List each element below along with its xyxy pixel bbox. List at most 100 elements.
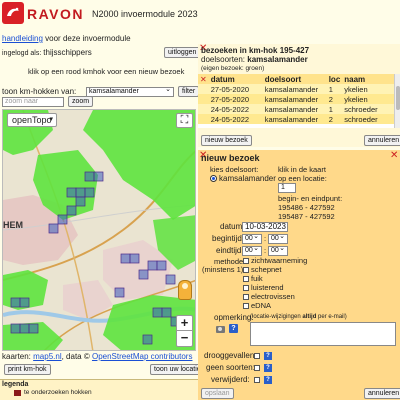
method-checkbox-luisterend[interactable] — [243, 285, 249, 291]
start-min-select[interactable]: 00 — [268, 234, 288, 244]
dry-help-icon[interactable]: ? — [264, 352, 272, 360]
map[interactable]: HEM openTopo ▾ ⛶ + − — [2, 109, 196, 351]
start-hour-select[interactable]: 00 — [242, 234, 262, 244]
manual-line: handleiding voor deze invoermodule — [2, 34, 131, 43]
visits-table-header: ✕ datum doelsoort loc naam — [198, 74, 400, 84]
print-button[interactable]: print km-hok — [4, 364, 51, 375]
legend-title: legenda — [2, 381, 29, 388]
time-colon: : — [264, 246, 267, 255]
time-colon: : — [264, 234, 267, 243]
pegman-head — [182, 283, 188, 289]
method-label-schepnet: schepnet — [251, 265, 282, 274]
visits-table: ✕ datum doelsoort loc naam 27-05-2020 ka… — [198, 74, 400, 124]
method-checkbox-zichtwaarneming[interactable] — [243, 258, 249, 264]
new-visit-title: nieuw bezoek — [201, 153, 260, 163]
zoom-placeholder: zoom naar — [5, 98, 39, 105]
visits-scrollbar[interactable] — [394, 74, 400, 128]
attribution-link-osm[interactable]: OpenStreetMap contributors — [92, 352, 193, 361]
remark-label: opmerking: — [214, 313, 254, 322]
col-header-naam[interactable]: naam — [342, 74, 400, 84]
zoom-button[interactable]: zoom — [68, 96, 94, 107]
date-input[interactable]: 10-03-2023 — [242, 222, 288, 232]
species-filter-select[interactable]: kamsalamander — [86, 87, 174, 97]
cell-loc: 1 — [328, 104, 333, 114]
attribution-prefix: kaarten: — [2, 352, 34, 361]
filter-button[interactable]: filter — [178, 86, 200, 97]
col-header-doelsoort[interactable]: doelsoort — [263, 74, 327, 84]
attribution-link-map5[interactable]: map5.nl — [33, 352, 61, 361]
cell-doelsoort: kamsalamander — [264, 114, 319, 124]
col-header-loc[interactable]: loc — [327, 74, 343, 84]
layer-name: openTopo — [12, 115, 52, 125]
visits-cancel-button[interactable]: annuleren — [364, 135, 400, 146]
map-attribution: kaarten: map5.nl, data © OpenStreetMap c… — [2, 352, 192, 361]
visits-scrollbar-thumb[interactable] — [396, 86, 400, 110]
username: thijsschippers — [43, 48, 92, 57]
camera-icon[interactable] — [216, 326, 225, 333]
no-species-label: geen soorten: — [206, 363, 255, 372]
legend: legenda te onderzoeken hokken — [0, 379, 198, 400]
cell-naam: schroeder — [344, 114, 378, 124]
col-header-datum[interactable]: datum — [209, 74, 263, 84]
method-label-edna: eDNA — [251, 301, 272, 310]
show-location-button[interactable]: toon uw locatie — [150, 364, 205, 375]
map-canvas[interactable]: HEM — [3, 110, 196, 351]
no-species-checkbox[interactable] — [254, 365, 260, 371]
table-row[interactable]: 24-05-2022 kamsalamander 2 schroeder — [198, 114, 400, 124]
removed-checkbox[interactable] — [254, 377, 260, 383]
location-input[interactable]: 1 — [278, 183, 296, 193]
visits-panel: ✕ bezoeken in km-hok 195-427 doelsoorten… — [198, 44, 400, 147]
species-radio[interactable] — [210, 175, 217, 182]
new-visit-button[interactable]: nieuw bezoek — [201, 135, 252, 146]
dry-checkbox[interactable] — [254, 353, 260, 359]
cell-loc: 1 — [328, 84, 333, 94]
logo — [2, 2, 24, 24]
end-hour-select[interactable]: 00 — [242, 246, 262, 256]
start-end-label: begin- en eindpunt: — [278, 194, 343, 203]
header-close-icon[interactable]: ✕ — [198, 74, 209, 84]
map-click-label-2: op een locatie: — [278, 174, 327, 183]
choose-species-label: kies doelsoort: — [210, 165, 259, 174]
zoom-input[interactable]: zoom naar — [2, 97, 64, 107]
zoom-in-button[interactable]: + — [176, 315, 193, 331]
visits-table-wrap: ✕ datum doelsoort loc naam 27-05-2020 ka… — [198, 74, 400, 128]
remark-hint: (locatie-wijzigingen altijd per e-mail) — [250, 314, 347, 320]
visits-kmhok: 195-427 — [279, 46, 310, 55]
new-visit-close-right-icon[interactable]: ✕ — [390, 151, 398, 161]
method-label-zichtwaarneming: zichtwaarneming — [251, 256, 308, 265]
fullscreen-icon[interactable]: ⛶ — [176, 113, 193, 128]
no-species-help-icon[interactable]: ? — [264, 364, 272, 372]
new-visit-panel: ✕ nieuw bezoek ✕ kies doelsoort: kamsala… — [198, 150, 400, 400]
remark-textarea[interactable] — [250, 322, 396, 346]
new-visit-cancel-button[interactable]: annuleren — [364, 388, 400, 399]
manual-link[interactable]: handleiding — [2, 34, 43, 43]
start-time-label: begintijd: — [212, 234, 245, 243]
table-row[interactable]: 27-05-2020 kamsalamander 1 ykelien — [198, 84, 400, 94]
logout-button[interactable]: uitloggen — [164, 47, 201, 58]
end-time-label: eindtijd: — [216, 246, 244, 255]
camera-lens — [218, 327, 222, 331]
dry-label: drooggevallen: — [204, 351, 257, 360]
logo-mark — [7, 7, 19, 16]
method-checkbox-electrovissen[interactable] — [243, 294, 249, 300]
end-min-select[interactable]: 00 — [268, 246, 288, 256]
zoom-out-button[interactable]: − — [176, 331, 193, 347]
streetview-pegman-icon[interactable] — [178, 280, 192, 300]
table-row[interactable]: 24-05-2022 kamsalamander 1 schroeder — [198, 104, 400, 114]
cell-naam: ykelien — [344, 84, 368, 94]
coord-start: 195486 - 427592 — [278, 203, 335, 212]
save-button[interactable]: opslaan — [201, 388, 234, 399]
method-label-fuik: fuik — [251, 274, 263, 283]
cell-datum: 24-05-2022 — [210, 114, 250, 124]
removed-help-icon[interactable]: ? — [264, 376, 272, 384]
method-checkbox-edna[interactable] — [243, 303, 249, 309]
method-checkbox-schepnet[interactable] — [243, 267, 249, 273]
method-label-electrovissen: electrovissen — [251, 292, 295, 301]
cell-datum: 27-05-2020 — [210, 94, 250, 104]
table-row[interactable]: 27-05-2020 kamsalamander 2 ykelien — [198, 94, 400, 104]
layer-switcher[interactable]: openTopo ▾ — [7, 113, 57, 127]
method-checkbox-fuik[interactable] — [243, 276, 249, 282]
remark-hint-bold: altijd — [302, 314, 317, 320]
legend-item-label: te onderzoeken hokken — [24, 389, 92, 396]
help-icon[interactable]: ? — [229, 324, 238, 333]
